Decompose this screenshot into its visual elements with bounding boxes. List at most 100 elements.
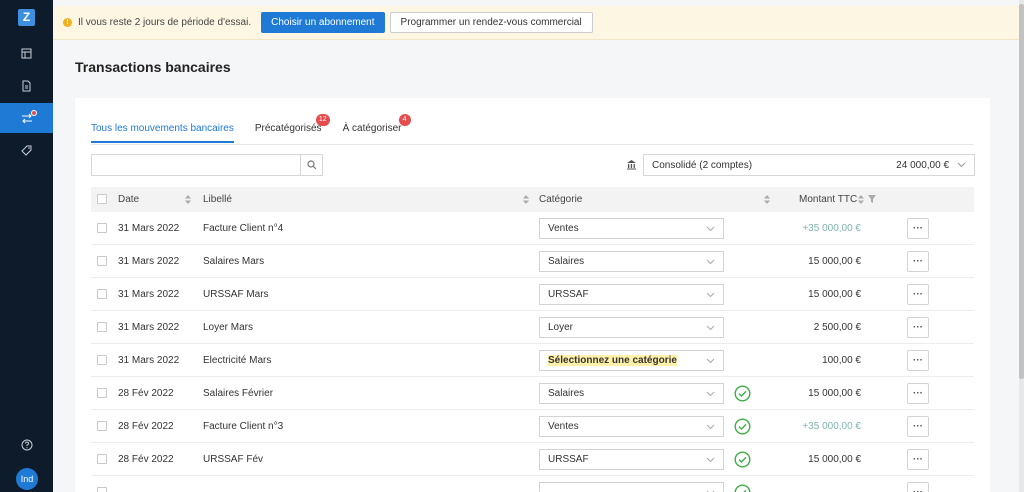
select-all-checkbox[interactable]	[97, 194, 107, 204]
check-circle-icon	[734, 451, 751, 468]
row-checkbox[interactable]	[97, 256, 107, 266]
row-date: 28 Fév 2022	[118, 388, 174, 399]
sidebar-item-documents[interactable]	[0, 71, 53, 101]
warning-icon: !	[63, 18, 72, 27]
category-select[interactable]	[539, 482, 724, 492]
sidebar-item-dashboard[interactable]	[0, 38, 53, 68]
sort-icon[interactable]	[764, 195, 770, 204]
row-more-button[interactable]: ···	[907, 317, 929, 338]
column-date[interactable]: Date	[118, 194, 139, 205]
category-value: URSSAF	[548, 454, 589, 465]
row-amount: 15 000,00 €	[808, 256, 861, 267]
dashboard-icon	[21, 48, 32, 58]
row-date: 31 Mars 2022	[118, 355, 180, 366]
row-more-button[interactable]: ···	[907, 416, 929, 437]
row-more-button[interactable]: ···	[907, 251, 929, 272]
row-more-button[interactable]: ···	[907, 218, 929, 239]
table-row[interactable]: 28 Fév 2022 Salaires Février Salaires 15 00…	[91, 377, 974, 410]
sidebar-item-help[interactable]	[0, 430, 53, 460]
row-checkbox[interactable]	[97, 355, 107, 365]
category-select[interactable]: Ventes	[539, 416, 724, 437]
row-more-button[interactable]: ···	[907, 482, 929, 492]
row-more-button[interactable]: ···	[907, 383, 929, 404]
row-date: 31 Mars 2022	[118, 289, 180, 300]
chevron-down-icon	[706, 292, 715, 297]
account-balance: 24 000,00 €	[896, 159, 949, 171]
category-select[interactable]: URSSAF	[539, 449, 724, 470]
column-amount[interactable]: Montant TTC	[799, 194, 857, 205]
column-category[interactable]: Catégorie	[539, 194, 582, 205]
chevron-down-icon	[706, 358, 715, 363]
category-select[interactable]: URSSAF	[539, 284, 724, 305]
category-select[interactable]: Ventes	[539, 218, 724, 239]
schedule-meeting-button[interactable]: Programmer un rendez-vous commercial	[389, 12, 593, 33]
search-box	[91, 154, 323, 176]
row-checkbox[interactable]	[97, 223, 107, 233]
avatar[interactable]: Ind	[16, 468, 38, 490]
tabs-divider	[91, 144, 974, 145]
table-row[interactable]: 28 Fév 2022 URSSAF Fév URSSAF 15 000,00 € ··…	[91, 443, 974, 476]
app-logo[interactable]: Z	[18, 9, 35, 26]
row-checkbox[interactable]	[97, 322, 107, 332]
sort-icon[interactable]	[858, 195, 864, 204]
tab-all-movements[interactable]: Tous les mouvements bancaires	[91, 123, 234, 143]
row-label: Loyer Mars	[203, 322, 254, 333]
row-checkbox[interactable]	[97, 289, 107, 299]
table-row[interactable]: 31 Mars 2022 Facture Client n°4 Ventes +35 …	[91, 212, 974, 245]
notification-dot	[31, 110, 37, 116]
help-icon	[21, 439, 32, 451]
choose-subscription-button[interactable]: Choisir un abonnement	[261, 12, 385, 33]
table-row[interactable]: 31 Mars 2022 Loyer Mars Loyer 2 500,00 € ···	[91, 311, 974, 344]
sort-icon[interactable]	[185, 195, 191, 204]
search-input[interactable]	[92, 155, 300, 175]
sort-icon[interactable]	[523, 195, 529, 204]
table-row[interactable]: 28 Fév 2022 Facture Client n°3 Ventes +35 0…	[91, 410, 974, 443]
filter-icon[interactable]	[868, 195, 876, 203]
chevron-down-icon	[957, 162, 966, 168]
row-date: 31 Mars 2022	[118, 223, 180, 234]
sidebar-item-transactions[interactable]	[0, 103, 53, 133]
chevron-down-icon	[706, 391, 715, 396]
table-row[interactable]: 31 Mars 2022 Electricité Mars Sélectionnez…	[91, 344, 974, 377]
category-select[interactable]: Salaires	[539, 251, 724, 272]
scrollbar-thumb[interactable]	[1019, 4, 1024, 379]
table-row[interactable]: 31 Mars 2022 URSSAF Mars URSSAF 15 000,00 €…	[91, 278, 974, 311]
account-select[interactable]: Consolidé (2 comptes) 24 000,00 €	[643, 154, 975, 176]
sidebar-item-tags[interactable]	[0, 135, 53, 165]
row-amount: 15 000,00 €	[808, 388, 861, 399]
table-header: Date Libellé Catégorie Montant TTC	[91, 187, 974, 212]
tabs: Tous les mouvements bancaires Précatégor…	[91, 114, 422, 143]
category-select[interactable]: Loyer	[539, 317, 724, 338]
category-value: URSSAF	[548, 289, 589, 300]
table-row[interactable]: ···	[91, 476, 974, 492]
category-value: Salaires	[548, 388, 585, 399]
row-more-button[interactable]: ···	[907, 284, 929, 305]
row-amount: 15 000,00 €	[808, 454, 861, 465]
row-more-button[interactable]: ···	[907, 350, 929, 371]
table-row[interactable]: 31 Mars 2022 Salaires Mars Salaires 15 000,…	[91, 245, 974, 278]
row-amount: +35 000,00 €	[802, 421, 861, 432]
row-checkbox[interactable]	[97, 487, 107, 492]
check-circle-icon	[734, 484, 751, 492]
tab-to-categorize[interactable]: À catégoriser 4	[343, 114, 411, 143]
row-more-button[interactable]: ···	[907, 449, 929, 470]
row-date: 28 Fév 2022	[118, 454, 174, 465]
tab-precategorized[interactable]: Précatégorisés 12	[255, 114, 330, 143]
category-value: Ventes	[548, 421, 579, 432]
row-label: URSSAF Fév	[203, 454, 264, 465]
row-checkbox[interactable]	[97, 454, 107, 464]
account-name: Consolidé (2 comptes)	[652, 159, 753, 171]
chevron-down-icon	[706, 424, 715, 429]
bank-icon	[627, 160, 636, 170]
tab-label: Tous les mouvements bancaires	[91, 123, 234, 134]
row-date: 31 Mars 2022	[118, 256, 180, 267]
row-checkbox[interactable]	[97, 388, 107, 398]
sidebar: Z Ind	[0, 0, 53, 492]
category-select[interactable]: Salaires	[539, 383, 724, 404]
page-scrollbar[interactable]	[1019, 0, 1024, 492]
row-checkbox[interactable]	[97, 421, 107, 431]
column-label[interactable]: Libellé	[203, 194, 232, 205]
search-button[interactable]	[300, 155, 322, 175]
category-select[interactable]: Sélectionnez une catégorie	[539, 350, 724, 371]
chevron-down-icon	[706, 457, 715, 462]
